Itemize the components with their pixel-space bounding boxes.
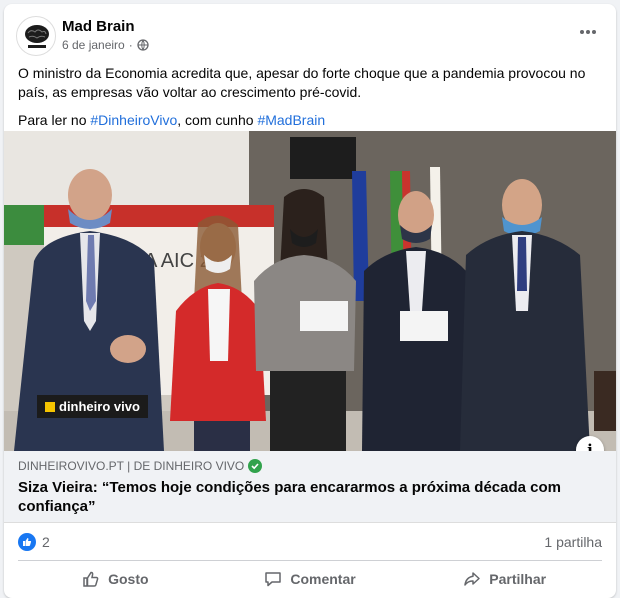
post-date[interactable]: 6 de janeiro — [62, 38, 125, 52]
post-actions: Gosto Comentar Partilhar — [18, 562, 602, 596]
brain-logo-icon — [25, 25, 49, 48]
post-card: Mad Brain 6 de janeiro · O ministro da E… — [4, 4, 616, 598]
more-options-button[interactable] — [576, 20, 600, 44]
share-arrow-icon — [464, 572, 481, 586]
share-count[interactable]: 1 partilha — [544, 534, 602, 550]
post-stats: 2 1 partilha — [4, 524, 616, 560]
post-paragraph-1: O ministro da Economia acredita que, ape… — [18, 65, 586, 100]
post-paragraph-2: Para ler no #DinheiroVivo, com cunho #Ma… — [18, 111, 608, 130]
thumbs-up-icon — [83, 571, 99, 587]
like-label: Gosto — [108, 571, 149, 587]
hashtag-dinheirovivo[interactable]: #DinheiroVivo — [90, 112, 177, 128]
hashtag-madbrain[interactable]: #MadBrain — [257, 112, 325, 128]
like-reaction-icon[interactable] — [18, 533, 36, 551]
link-headline[interactable]: Siza Vieira: “Temos hoje condições para … — [18, 478, 578, 516]
comment-button[interactable]: Comentar — [213, 562, 408, 596]
comment-label: Comentar — [290, 571, 356, 587]
post-text: O ministro da Economia acredita que, ape… — [18, 64, 608, 139]
share-button[interactable]: Partilhar — [407, 562, 602, 596]
like-button[interactable]: Gosto — [18, 562, 213, 596]
link-domain-text: DINHEIROVIVO.PT | DE DINHEIRO VIVO — [18, 459, 245, 473]
photo-watermark: dinheiro vivo — [37, 395, 148, 418]
page-avatar[interactable] — [16, 16, 56, 56]
share-label: Partilhar — [489, 571, 547, 587]
author-name[interactable]: Mad Brain — [62, 18, 135, 35]
post-header: Mad Brain 6 de janeiro · — [4, 4, 616, 60]
paragraph-2-prefix: Para ler no — [18, 112, 91, 128]
link-preview[interactable]: DINHEIROVIVO.PT | DE DINHEIRO VIVO Siza … — [4, 451, 616, 523]
post-photo[interactable]: A AIC 20 dinheiro vivo i — [4, 131, 616, 451]
globe-icon — [137, 39, 149, 51]
like-count[interactable]: 2 — [42, 534, 50, 550]
watermark-square-icon — [45, 401, 55, 412]
paragraph-2-middle: , com cunho — [177, 112, 258, 128]
meta-separator: · — [128, 38, 133, 52]
verified-icon — [248, 459, 263, 473]
actions-divider — [18, 560, 602, 561]
post-meta: 6 de janeiro · — [62, 38, 149, 52]
comment-icon — [265, 572, 282, 587]
link-domain: DINHEIROVIVO.PT | DE DINHEIRO VIVO — [18, 459, 263, 473]
watermark-text: dinheiro vivo — [59, 399, 140, 414]
more-horizontal-icon — [580, 30, 596, 34]
